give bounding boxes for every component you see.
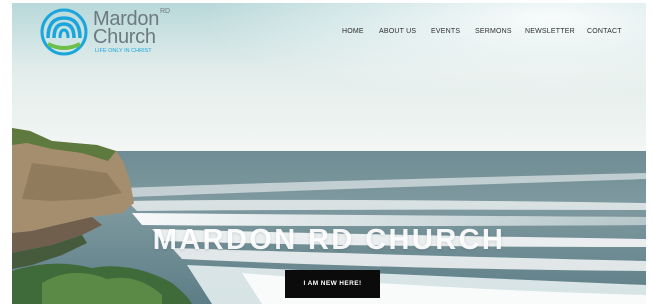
- hero-section: Mardon Church RD LIFE ONLY IN CHRIST HOM…: [12, 3, 646, 304]
- church-logo[interactable]: Mardon Church RD LIFE ONLY IN CHRIST: [40, 6, 180, 56]
- nav-item-sermons[interactable]: SERMONS: [475, 28, 512, 35]
- hero-title: MARDON RD CHURCH: [152, 224, 506, 256]
- logo-wordmark: Mardon Church: [93, 9, 159, 48]
- i-am-new-here-button[interactable]: I AM NEW HERE!: [285, 270, 380, 298]
- logo-name-line2: Church: [93, 26, 156, 48]
- page: Mardon Church RD LIFE ONLY IN CHRIST HOM…: [0, 0, 652, 304]
- nav-item-about-us[interactable]: ABOUT US: [379, 28, 416, 35]
- nav-item-home[interactable]: HOME: [342, 28, 364, 35]
- nav-item-contact[interactable]: CONTACT: [587, 28, 622, 35]
- logo-tagline: LIFE ONLY IN CHRIST: [95, 48, 152, 54]
- logo-superscript: RD: [160, 8, 171, 15]
- nav-item-events[interactable]: EVENTS: [431, 28, 460, 35]
- nav-item-newsletter[interactable]: NEWSLETTER: [525, 28, 575, 35]
- church-arch-logo-icon: [40, 8, 88, 56]
